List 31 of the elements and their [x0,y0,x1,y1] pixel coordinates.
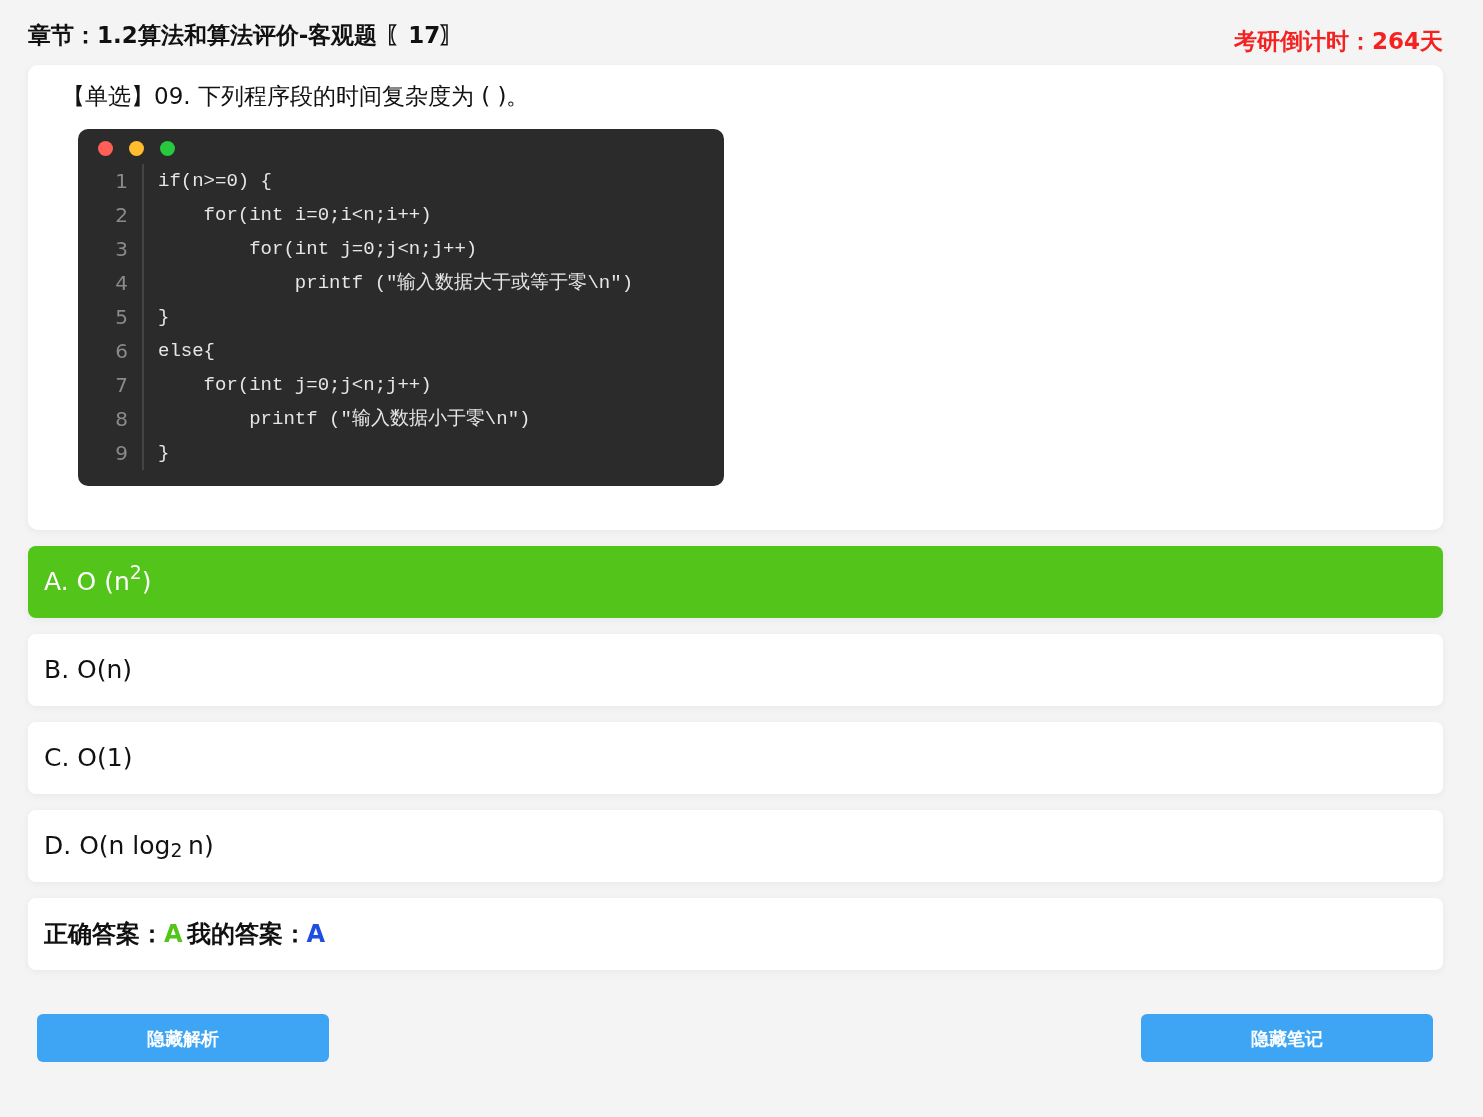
close-dot-icon [98,141,113,156]
code-line: for(int i=0;i<n;i++) [202,203,432,228]
code-line: for(int j=0;j<n;j++) [248,237,478,262]
code-line: for(int j=0;j<n;j++) [202,373,432,398]
line-number: 1 [114,168,129,195]
line-number: 7 [114,372,129,399]
maximize-dot-icon [160,141,175,156]
code-line: else{ [157,339,215,364]
line-number: 5 [114,304,129,331]
line-number: 8 [114,406,129,433]
minimize-dot-icon [129,141,144,156]
code-line: printf ("输入数据大于或等于零\n") [293,271,634,296]
countdown-text: 考研倒计时：264天 [1234,27,1443,56]
answer-option[interactable]: C. O(1) [28,722,1443,794]
answer-option[interactable]: B. O(n) [28,634,1443,706]
line-number: 3 [114,236,129,263]
my-answer: A [306,919,326,950]
line-number: 2 [114,202,129,229]
correct-answer: A [164,919,183,950]
answer-option[interactable]: D. O(n log$_{2}$ n) [28,810,1443,882]
code-line: } [157,305,170,330]
line-number: 6 [114,338,129,365]
code-line: } [157,441,170,466]
line-number: 9 [114,440,129,467]
line-number: 4 [114,270,129,297]
question-text: 【单选】09. 下列程序段的时间复杂度为 ( )。 [62,81,531,111]
code-line: printf ("输入数据小于零\n") [248,407,531,432]
correct-answer-label: 正确答案： [44,919,164,950]
chapter-title: 章节：1.2算法和算法评价-客观题 〖17〗 [28,21,464,50]
code-line: if(n>=0) { [157,169,273,194]
my-answer-label: 我的答案： [186,919,307,950]
